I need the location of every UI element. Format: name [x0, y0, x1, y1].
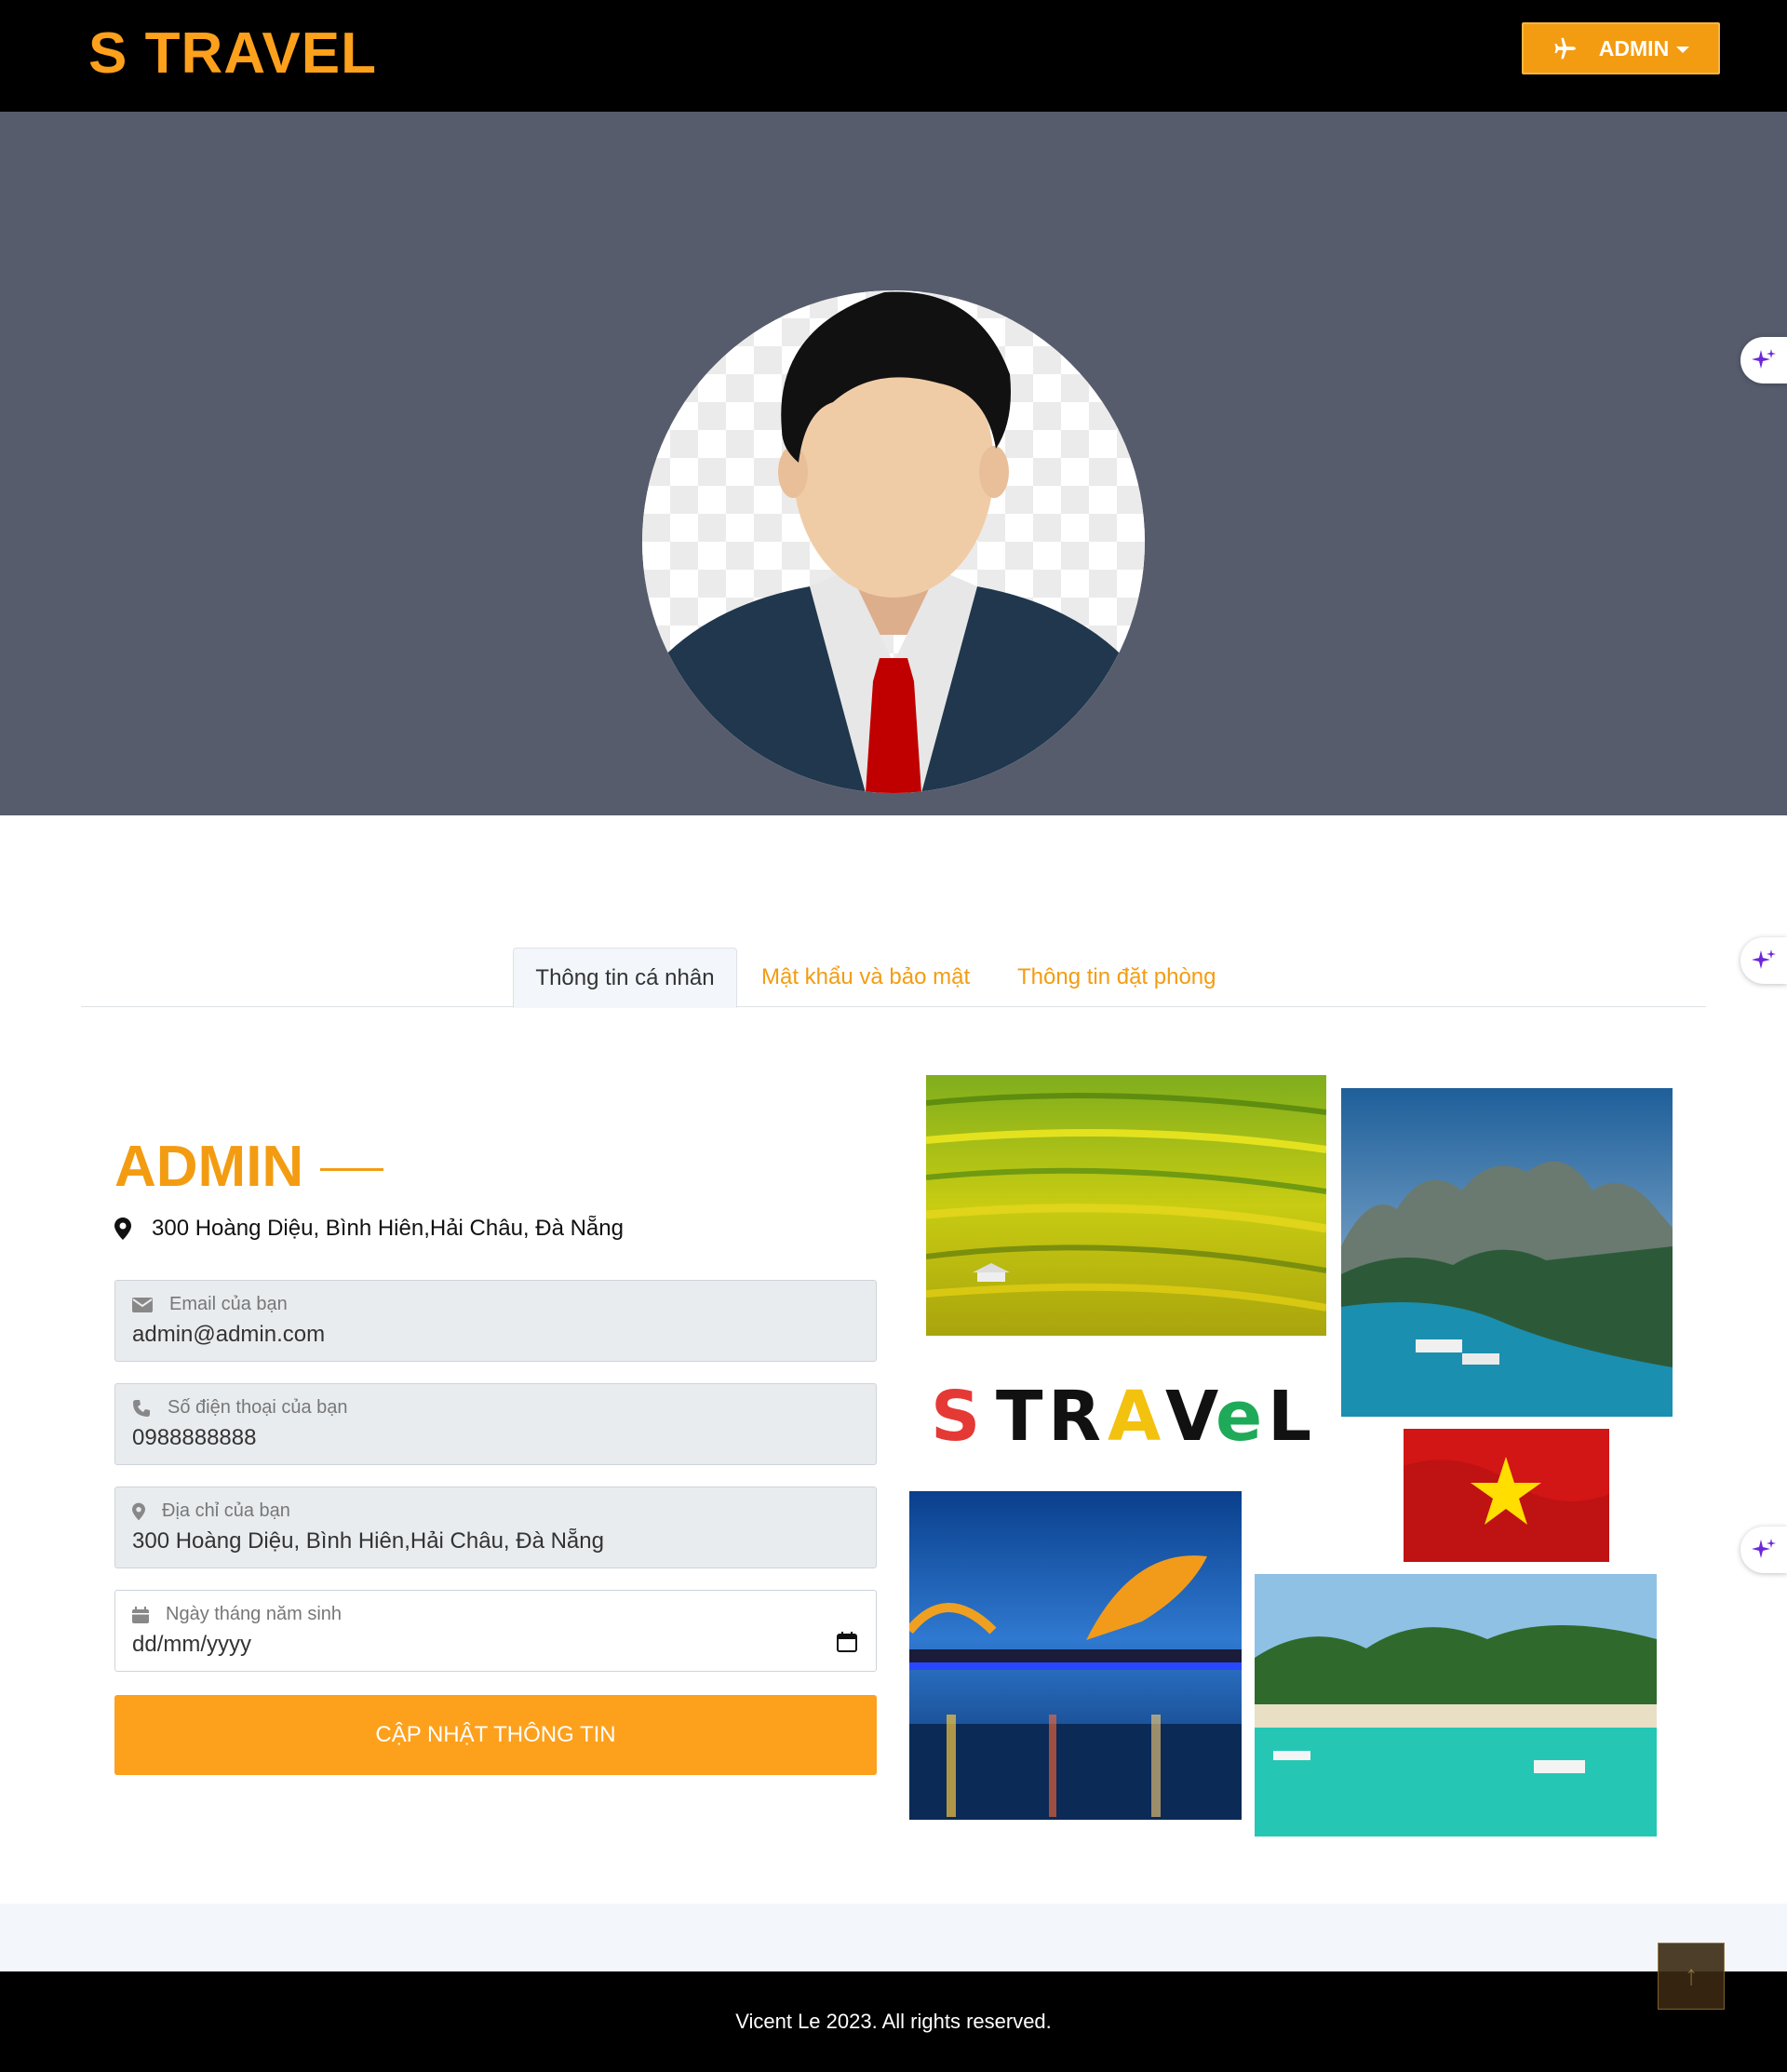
- svg-text:L: L: [1268, 1377, 1311, 1457]
- tropical-beach-photo: [1255, 1574, 1657, 1837]
- address-label: Địa chỉ của bạn: [162, 1500, 290, 1521]
- svg-text:S: S: [931, 1377, 980, 1457]
- tab-personal-info[interactable]: Thông tin cá nhân: [513, 948, 737, 1008]
- birthday-label-row: Ngày tháng năm sinh: [132, 1604, 342, 1625]
- sparkle-icon: [1752, 1539, 1776, 1558]
- plane-icon: [1554, 37, 1576, 60]
- vietnam-flag-photo: [1404, 1429, 1609, 1562]
- map-pin-icon: [114, 1218, 131, 1240]
- tab-password-security[interactable]: Mật khẩu và bảo mật: [761, 948, 970, 1007]
- email-label: Email của bạn: [169, 1294, 288, 1314]
- sparkle-assistant-button[interactable]: [1740, 1527, 1787, 1573]
- address-label-row: Địa chỉ của bạn: [132, 1500, 290, 1522]
- phone-value[interactable]: 0988888888: [132, 1425, 256, 1451]
- profile-name-heading: ADMIN: [114, 1134, 384, 1200]
- address-field[interactable]: Địa chỉ của bạn 300 Hoàng Diệu, Bình Hiê…: [114, 1487, 877, 1568]
- phone-label: Số điện thoại của bạn: [168, 1397, 348, 1418]
- footer: Vicent Le 2023. All rights reserved.: [0, 1971, 1787, 2072]
- copyright-text: Vicent Le 2023. All rights reserved.: [735, 2010, 1052, 2033]
- sparkle-icon: [1752, 349, 1776, 369]
- phone-icon: [133, 1399, 150, 1417]
- user-menu-label: ADMIN: [1598, 35, 1670, 61]
- calendar-picker-icon[interactable]: [837, 1632, 857, 1652]
- profile-address: 300 Hoàng Diệu, Bình Hiên,Hải Châu, Đà N…: [114, 1216, 624, 1242]
- heading-dash: [320, 1168, 384, 1171]
- update-info-button[interactable]: CẬP NHẬT THÔNG TIN: [114, 1695, 877, 1775]
- avatar[interactable]: [642, 290, 1145, 793]
- birthday-field[interactable]: Ngày tháng năm sinh dd/mm/yyyy: [114, 1590, 877, 1672]
- phone-label-row: Số điện thoại của bạn: [132, 1397, 348, 1419]
- user-menu-button[interactable]: ADMIN: [1522, 22, 1720, 74]
- birthday-label: Ngày tháng năm sinh: [166, 1604, 343, 1624]
- calendar-icon: [132, 1606, 149, 1623]
- birthday-value[interactable]: dd/mm/yyyy: [132, 1632, 251, 1658]
- email-field[interactable]: Email của bạn admin@admin.com: [114, 1280, 877, 1362]
- profile-tabs: Thông tin cá nhân Mật khẩu và bảo mật Th…: [81, 948, 1706, 1008]
- address-value[interactable]: 300 Hoàng Diệu, Bình Hiên,Hải Châu, Đà N…: [132, 1528, 604, 1554]
- profile-hero: [0, 112, 1787, 815]
- sparkle-assistant-button[interactable]: [1740, 937, 1787, 984]
- halong-bay-photo: [1341, 1088, 1673, 1417]
- profile-address-text: 300 Hoàng Diệu, Bình Hiên,Hải Châu, Đà N…: [152, 1216, 624, 1241]
- avatar-illustration: [642, 290, 1145, 793]
- sparkle-assistant-button[interactable]: [1740, 337, 1787, 383]
- svg-text:V: V: [1165, 1377, 1218, 1457]
- stravel-brand-logo: S T R A V e L: [931, 1373, 1322, 1457]
- rice-terrace-photo: [926, 1075, 1326, 1336]
- tab-booking-info[interactable]: Thông tin đặt phòng: [1017, 948, 1216, 1007]
- phone-field[interactable]: Số điện thoại của bạn 0988888888: [114, 1383, 877, 1465]
- back-to-top-button[interactable]: ↑: [1658, 1943, 1725, 2010]
- map-pin-icon: [132, 1502, 145, 1520]
- chevron-down-icon: [1676, 46, 1690, 53]
- site-logo[interactable]: S TRAVEL: [88, 20, 377, 87]
- sparkle-icon: [1752, 949, 1776, 969]
- email-label-row: Email của bạn: [132, 1294, 288, 1315]
- footer-band: [0, 1904, 1787, 1971]
- svg-text:T: T: [996, 1377, 1043, 1457]
- svg-text:A: A: [1108, 1377, 1161, 1457]
- top-navbar: S TRAVEL ADMIN: [0, 0, 1787, 112]
- svg-text:R: R: [1048, 1377, 1101, 1457]
- envelope-icon: [132, 1297, 153, 1312]
- svg-text:e: e: [1216, 1377, 1262, 1457]
- dragon-bridge-photo: [909, 1491, 1242, 1820]
- email-value[interactable]: admin@admin.com: [132, 1322, 325, 1348]
- profile-name: ADMIN: [114, 1135, 304, 1199]
